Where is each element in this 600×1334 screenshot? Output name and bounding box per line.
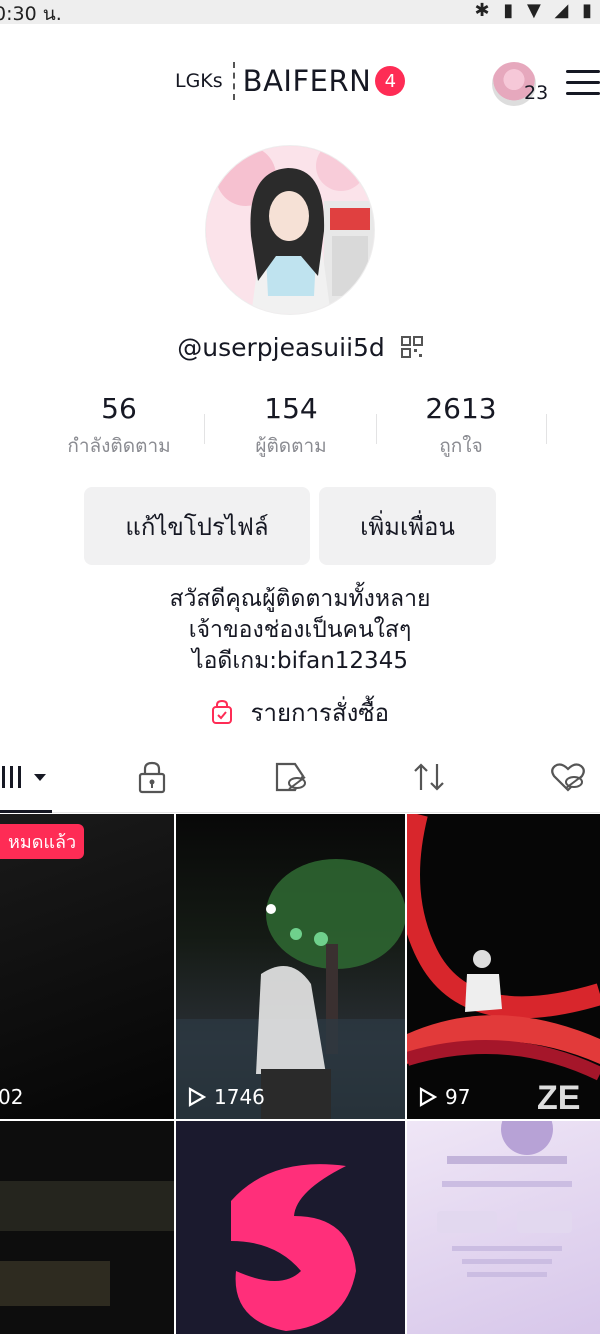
active-tab-indicator	[0, 810, 52, 813]
brand-sub: LGKs	[175, 70, 223, 92]
video-thumbnail[interactable]: ZE 97	[407, 814, 600, 1119]
tab-reposts[interactable]	[404, 757, 454, 797]
shopping-bag-icon	[211, 700, 232, 724]
thumbnail-art: ZE	[407, 814, 600, 1117]
hamburger-menu-icon[interactable]	[566, 70, 600, 103]
video-thumbnail[interactable]	[176, 1121, 405, 1334]
orders-label: รายการสั่งซื้อ	[250, 699, 390, 727]
account-switcher[interactable]: LGKs BAIFERN 4	[175, 62, 406, 100]
stat-divider	[204, 414, 205, 444]
bio-line: สวัสดีคุณผู้ติดตามทั้งหลาย	[169, 586, 431, 612]
video-thumbnail[interactable]: 1746	[176, 814, 405, 1119]
stat-following[interactable]: 56 กำลังติดตาม	[34, 392, 204, 461]
username: @userpjeasuii5d	[177, 333, 385, 362]
stat-likes[interactable]: 2613 ถูกใจ	[376, 392, 546, 461]
tab-liked[interactable]	[543, 757, 593, 797]
video-thumbnail[interactable]	[0, 1121, 174, 1334]
brand-separator	[232, 62, 235, 100]
notification-badge: 4	[375, 66, 406, 96]
view-count-value: 02	[0, 1085, 24, 1109]
edit-profile-button[interactable]: แก้ไขโปรไฟล์	[84, 487, 310, 565]
status-bar: 0:30 น. ✱ ▮ ▼ ◢ ▮	[0, 0, 600, 25]
orders-link[interactable]: รายการสั่งซื้อ	[0, 693, 600, 732]
username-row: @userpjeasuii5d	[0, 333, 600, 362]
view-count: 97	[419, 1085, 470, 1109]
status-badge: หมดแล้ว	[0, 824, 85, 859]
thumbnail-art	[176, 859, 405, 1119]
view-count: 02	[0, 1085, 23, 1109]
stat-label: ผู้ติดตาม	[255, 435, 327, 457]
profile-header: LGKs BAIFERN 4 23	[0, 50, 600, 120]
videos-grid-icon	[2, 766, 46, 788]
stat-label: ถูกใจ	[439, 435, 483, 457]
account-name: BAIFERN	[242, 64, 372, 98]
stat-value: 154	[264, 392, 318, 425]
profile-avatar[interactable]	[205, 145, 375, 315]
stat-label: กำลังติดตาม	[67, 435, 171, 457]
stat-followers[interactable]: 154 ผู้ติดตาม	[206, 392, 376, 461]
content-tabs	[0, 745, 600, 813]
liked-hidden-icon	[551, 763, 585, 792]
stat-value: 56	[101, 392, 137, 425]
video-thumbnail[interactable]	[407, 1121, 600, 1334]
lock-icon	[138, 761, 166, 794]
bio-line: เจ้าของช่องเป็นคนใสๆ	[188, 617, 412, 643]
stat-value: 2613	[425, 392, 497, 425]
status-time: 0:30 น.	[0, 3, 62, 25]
friends-count: 23	[524, 82, 549, 104]
bio: สวัสดีคุณผู้ติดตามทั้งหลาย เจ้าของช่องเป…	[0, 584, 600, 677]
add-friend-button[interactable]: เพิ่มเพื่อน	[319, 487, 496, 565]
play-icon	[188, 1087, 206, 1107]
repost-icon	[414, 763, 444, 791]
tab-private[interactable]	[127, 757, 177, 797]
view-count-value: 1746	[214, 1085, 265, 1109]
tag-hidden-icon	[275, 762, 306, 792]
view-count-value: 97	[445, 1085, 471, 1109]
view-count: 1746	[188, 1085, 265, 1109]
svg-text:ZE: ZE	[537, 1079, 580, 1117]
thumbnail-art	[437, 1121, 572, 1277]
tab-tagged[interactable]	[266, 757, 316, 797]
video-thumbnail[interactable]: หมดแล้ว 02	[0, 814, 174, 1119]
stat-divider	[546, 414, 547, 444]
avatar-illustration	[206, 146, 374, 314]
play-icon	[419, 1087, 437, 1107]
bio-line: ไอดีเกม:bifan12345	[192, 648, 408, 674]
qr-code-icon[interactable]	[400, 336, 423, 358]
thumbnail-art	[231, 1164, 356, 1331]
status-icons: ✱ ▮ ▼ ◢ ▮	[474, 0, 596, 21]
tab-videos[interactable]	[0, 757, 50, 797]
thumbnail-art	[0, 1181, 174, 1306]
